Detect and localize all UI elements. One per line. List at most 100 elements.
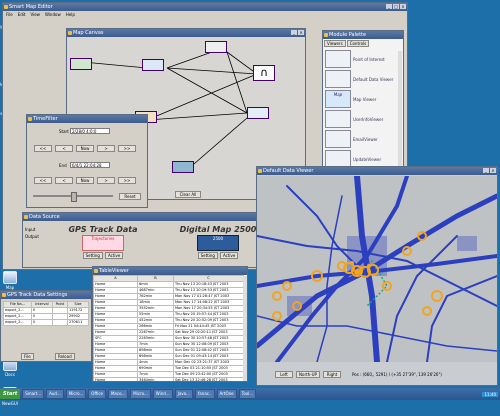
palette-item[interactable]: Default Data Viewer — [325, 69, 401, 89]
data-viewer-titlebar[interactable]: Default Data Viewer _ × — [257, 167, 497, 175]
node-cap-filter[interactable]: ∩ — [253, 65, 275, 81]
end-field[interactable]: 6/4/1 22:04:28 — [70, 162, 110, 168]
desktop-icon[interactable]: Map — [0, 271, 20, 290]
gps-active-button[interactable]: Active — [104, 252, 124, 259]
palette-item-label: UserInfoViewer — [353, 116, 384, 122]
table-row[interactable]: export_2... 0 270611 — [3, 319, 90, 326]
taskbar-button[interactable]: Tool... — [238, 389, 257, 399]
palette-item-label: Point of Interest — [353, 56, 385, 62]
right-button[interactable]: Right — [323, 370, 341, 378]
start-forward-fast-button[interactable]: >> — [118, 145, 136, 152]
palette-item[interactable]: Map Map Viewer — [325, 89, 401, 109]
taskbar-button[interactable]: Smart... — [22, 389, 45, 399]
gps-settings-titlebar[interactable]: GPS Track Data Settings — [1, 291, 91, 299]
viewer-icon — [258, 169, 262, 173]
taskbar-button[interactable]: Micro... — [130, 389, 151, 399]
reload-button[interactable]: Reload — [55, 353, 75, 360]
start-label: Start — [59, 129, 69, 134]
node-map-viewer[interactable] — [247, 107, 269, 119]
taskbar-button[interactable]: Micro... — [65, 389, 87, 399]
menu-help[interactable]: Help — [66, 11, 75, 18]
map-canvas-titlebar[interactable]: Map Canvas _ × — [67, 29, 305, 37]
palette-item-label: EmailViewer — [353, 136, 378, 142]
start-field[interactable]: 2/28/0 4:0:0 — [70, 128, 110, 134]
table-viewer-titlebar[interactable]: TableViewer — [93, 267, 247, 275]
coordinate-readout: Pos : (660,, 5291) / (+35 27'39", 139 26… — [352, 371, 442, 377]
input-label: Input — [25, 227, 36, 232]
taskbar-button[interactable]: Java... — [174, 389, 193, 399]
viewer-minimize-icon[interactable]: _ — [483, 168, 489, 173]
menu-file[interactable]: File — [6, 11, 13, 18]
table-scrollbar[interactable] — [243, 276, 247, 381]
taskbar-button[interactable]: fanac.. — [194, 389, 215, 399]
start-button[interactable]: Start — [0, 389, 21, 399]
node-time-filter[interactable] — [142, 59, 164, 71]
reset-button[interactable]: Reset — [119, 193, 141, 200]
close-icon[interactable]: × — [400, 4, 406, 9]
viewer-close-icon[interactable]: × — [490, 168, 496, 173]
module-icon — [325, 50, 351, 68]
time-slider[interactable] — [33, 192, 113, 202]
data-source-titlebar[interactable]: Data Source — [23, 213, 283, 221]
taskbar-button[interactable]: Maco... — [107, 389, 129, 399]
table-cell: 3464min — [137, 377, 174, 381]
canvas-close-icon[interactable]: × — [298, 30, 304, 35]
minimize-icon[interactable]: _ — [386, 4, 392, 9]
table-cell: Home — [93, 377, 138, 381]
desktop-icon-label: Docs — [5, 372, 15, 377]
node-point-filter[interactable] — [205, 41, 227, 53]
timefilter-titlebar[interactable]: TimeFilter — [27, 115, 147, 123]
canvas-minimize-icon[interactable]: _ — [291, 30, 297, 35]
map-setting-button[interactable]: Setting — [197, 252, 218, 259]
module-palette-titlebar[interactable]: Module Palette — [323, 31, 403, 39]
start-forward-button[interactable]: > — [97, 145, 115, 152]
palette-item[interactable]: Point of Interest — [325, 49, 401, 69]
gps-settings-window: GPS Track Data Settings File Na... Interv… — [0, 290, 92, 362]
taskbar-button[interactable]: Office — [88, 389, 106, 399]
task-list: Smart... Aud... Micro... Office Maco... Micro… — [22, 389, 257, 399]
start-back-fast-button[interactable]: << — [34, 145, 52, 152]
table-row[interactable]: Home 3464min Sat Dec 13 22:46:28 JST 2003 — [93, 377, 244, 381]
gps-setting-button[interactable]: Setting — [82, 252, 103, 259]
records-table: ABC Home 6min Thu Nov 13 20:18:43 JST 2003… — [93, 275, 244, 381]
tab-viewers[interactable]: Viewers — [324, 40, 346, 47]
tab-controls[interactable]: Controls — [346, 40, 370, 47]
data-viewer-title: Default Data Viewer — [263, 168, 314, 174]
end-forward-fast-button[interactable]: >> — [118, 177, 136, 184]
gps-settings-title: GPS Track Data Settings — [7, 292, 68, 298]
end-forward-button[interactable]: > — [97, 177, 115, 184]
node-data-viewer[interactable] — [172, 161, 194, 173]
gps-settings-icon — [2, 293, 6, 297]
menu-edit[interactable]: Edit — [18, 11, 26, 18]
file-button[interactable]: File — [21, 353, 34, 360]
time-slider-thumb[interactable] — [71, 192, 77, 202]
node-gps-source[interactable] — [70, 58, 92, 70]
maximize-icon[interactable]: □ — [393, 4, 399, 9]
menu-window[interactable]: Window — [45, 11, 61, 18]
taskbar-button[interactable]: ArtOne — [216, 389, 237, 399]
end-now-button[interactable]: Now — [76, 177, 94, 184]
start-now-button[interactable]: Now — [76, 145, 94, 152]
palette-scrollbar[interactable] — [398, 51, 402, 171]
end-back-fast-button[interactable]: << — [34, 177, 52, 184]
map-view[interactable] — [257, 176, 497, 362]
start-back-button[interactable]: < — [55, 145, 73, 152]
map-active-button[interactable]: Active — [219, 252, 239, 259]
end-back-button[interactable]: < — [55, 177, 73, 184]
palette-item[interactable]: EmailViewer — [325, 129, 401, 149]
end-buttons: << < Now > >> — [34, 177, 136, 184]
table-cell: 270611 — [66, 319, 90, 326]
taskbar-button[interactable]: Aud... — [46, 389, 64, 399]
timefilter-title: TimeFilter — [33, 116, 58, 122]
north-up-button[interactable]: North-UP — [296, 370, 320, 378]
taskbar-button[interactable]: Wind... — [152, 389, 173, 399]
left-button[interactable]: Left — [275, 370, 293, 378]
folder-icon — [3, 271, 17, 284]
clear-all-button[interactable]: Clear All — [175, 191, 201, 198]
editor-titlebar[interactable]: Smart Map Editor _ □ × — [3, 3, 407, 11]
app-icon — [4, 5, 8, 9]
table-cell: Sat Dec 13 22:46:28 JST 2003 — [173, 377, 244, 381]
palette-item[interactable]: UserInfoViewer — [325, 109, 401, 129]
menu-view[interactable]: View — [30, 11, 40, 18]
filter-icon — [28, 117, 32, 121]
